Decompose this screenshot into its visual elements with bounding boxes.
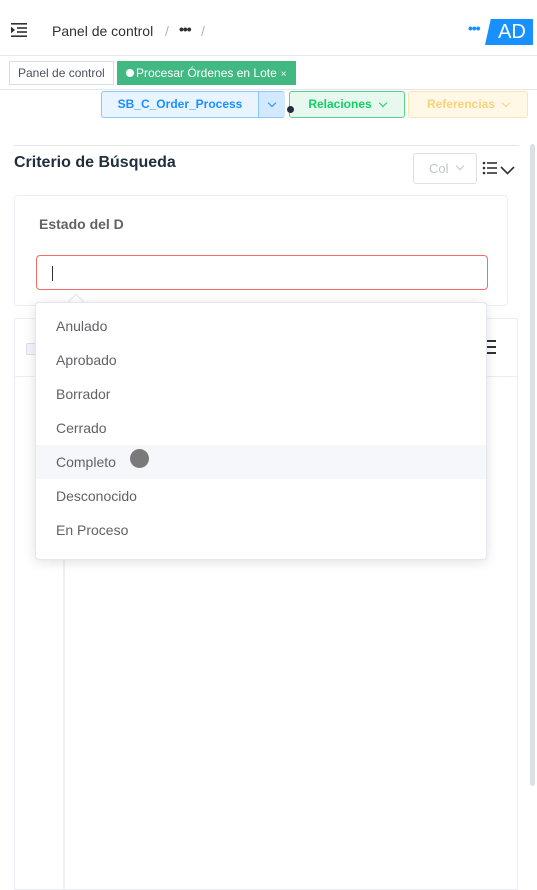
references-button-label: Referencias <box>426 97 496 111</box>
dropdown-option[interactable]: En Proceso <box>36 513 486 547</box>
doc-status-label: Estado del D <box>39 216 124 232</box>
dropdown-option[interactable]: Completo <box>36 445 486 479</box>
process-button[interactable]: SB_C_Order_Process <box>101 91 285 118</box>
close-icon[interactable]: × <box>281 69 287 80</box>
list-toggle-icon[interactable] <box>482 161 516 181</box>
dropdown-option[interactable]: Aprobado <box>36 343 486 377</box>
relations-button-label: Relaciones <box>308 97 372 111</box>
columns-select-placeholder: Col <box>429 161 449 176</box>
more-menu-button[interactable]: ••• <box>468 20 481 36</box>
breadcrumb-item[interactable]: Panel de control <box>52 23 153 39</box>
search-criteria-title: Criterio de Búsqueda <box>14 154 176 171</box>
text-caret <box>52 266 53 281</box>
status-dot <box>287 106 294 113</box>
top-navbar: Panel de control / ••• / ••• AD <box>0 6 537 56</box>
tab-label: Procesar Órdenes en Lote <box>136 66 277 80</box>
process-button-label: SB_C_Order_Process <box>117 97 243 111</box>
breadcrumb-separator: / <box>165 23 169 39</box>
relations-button[interactable]: Relaciones <box>289 91 405 118</box>
dropdown-option[interactable]: Cerrado <box>36 411 486 445</box>
menu-fold-icon[interactable] <box>10 21 28 39</box>
dropdown-option[interactable]: En espera de Confirmación <box>36 547 486 559</box>
breadcrumb-more[interactable]: ••• <box>179 21 192 37</box>
dropdown-option[interactable]: Borrador <box>36 377 486 411</box>
tags-view: Panel de control Procesar Órdenes en Lot… <box>0 58 537 90</box>
chevron-down-icon <box>501 98 511 108</box>
section-divider <box>14 145 519 146</box>
dropdown-option[interactable]: Desconocido <box>36 479 486 513</box>
dropdown-option[interactable]: Anulado <box>36 309 486 343</box>
doc-status-input[interactable] <box>36 255 488 290</box>
chevron-down-icon <box>455 161 465 171</box>
breadcrumb-separator: / <box>201 23 205 39</box>
references-button[interactable]: Referencias <box>408 91 528 118</box>
search-panel: Estado del D <box>14 195 508 306</box>
tab-panel-de-control[interactable]: Panel de control <box>9 61 114 85</box>
table-column-border <box>63 559 65 890</box>
doc-status-dropdown: Anulado Aprobado Borrador Cerrado Completo De… <box>35 302 487 560</box>
tab-procesar-ordenes[interactable]: Procesar Órdenes en Lote × <box>117 61 296 85</box>
avatar[interactable]: AD <box>485 19 533 45</box>
page-scrollbar[interactable] <box>530 144 535 786</box>
chevron-down-icon <box>267 98 277 108</box>
columns-select[interactable]: Col <box>413 153 477 184</box>
chevron-down-icon <box>378 98 387 108</box>
process-dropdown-toggle[interactable] <box>258 92 285 117</box>
dropdown-option-list: Anulado Aprobado Borrador Cerrado Completo De… <box>36 303 486 559</box>
active-dot-icon <box>126 69 134 77</box>
mouse-cursor-indicator <box>130 449 149 468</box>
tab-label: Panel de control <box>18 66 105 80</box>
